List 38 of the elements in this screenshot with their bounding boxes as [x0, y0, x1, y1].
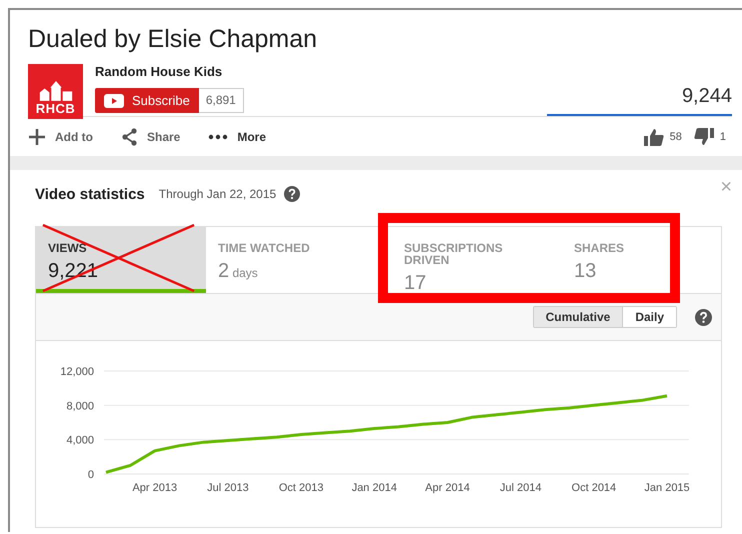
thumbs-down-icon[interactable] — [694, 128, 714, 146]
subscribe-button[interactable]: Subscribe — [95, 88, 199, 113]
more-icon — [208, 134, 228, 140]
panel-title: Video statistics — [35, 186, 145, 202]
metric-tab[interactable]: SUBSCRIPTIONS DRIVEN 17 — [392, 227, 562, 293]
metric-tab[interactable]: TIME WATCHED 2 days — [206, 227, 376, 293]
plus-icon — [28, 128, 46, 146]
share-icon — [121, 128, 138, 146]
more-button[interactable]: More — [208, 130, 266, 144]
like-count: 58 — [670, 131, 682, 143]
y-tick-label: 12,000 — [60, 366, 94, 378]
metric-tab[interactable]: SHARES 13 — [562, 227, 672, 293]
y-tick-label: 8,000 — [66, 400, 94, 412]
mode-toggle[interactable]: Cumulative — [534, 307, 624, 327]
view-count: 9,244 — [680, 85, 732, 108]
add-button[interactable]: Add to — [28, 128, 93, 146]
play-icon — [104, 94, 124, 108]
channel-logo[interactable]: RHCB — [28, 64, 83, 119]
x-tick-label: Oct 2013 — [278, 482, 324, 494]
x-tick-label: Jul 2014 — [500, 482, 542, 494]
help-icon[interactable] — [284, 186, 300, 202]
help-icon[interactable] — [695, 308, 712, 326]
x-tick-label: Oct 2014 — [572, 482, 616, 494]
dislike-count: 1 — [720, 131, 726, 143]
share-button[interactable]: Share — [121, 128, 180, 146]
x-tick-label: Apr 2013 — [132, 482, 178, 494]
x-tick-label: Jul 2013 — [207, 482, 249, 494]
thumbs-up-icon[interactable] — [644, 128, 664, 146]
x-tick-label: Apr 2014 — [425, 482, 470, 494]
x-tick-label: Jan 2015 — [644, 482, 690, 494]
y-tick-label: 0 — [88, 469, 94, 481]
video-title: Dualed by Elsie Chapman — [28, 24, 318, 54]
x-tick-label: Jan 2014 — [352, 482, 397, 494]
y-tick-label: 4,000 — [66, 434, 94, 447]
date-range: Through Jan 22, 2015 — [158, 187, 276, 201]
subscriber-count: 6,891 — [198, 88, 244, 113]
channel-name[interactable]: Random House Kids — [95, 64, 244, 80]
mode-toggle[interactable]: Daily — [623, 307, 676, 327]
